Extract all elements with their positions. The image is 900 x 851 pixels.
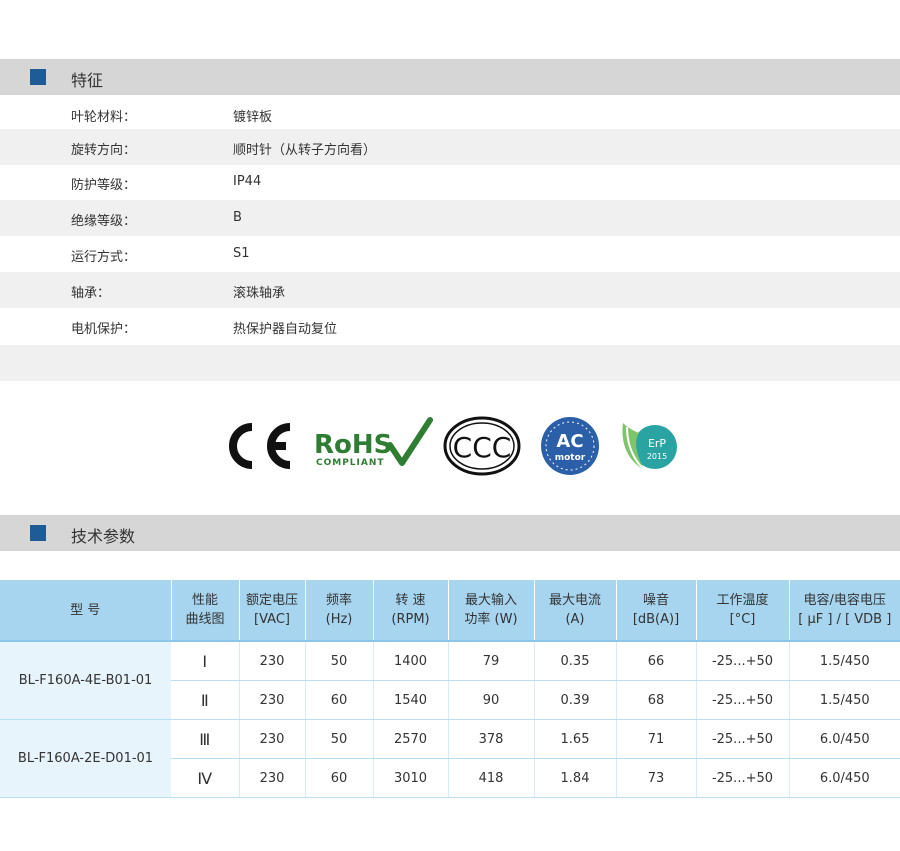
feature-row: 绝缘等级： B: [0, 200, 900, 236]
capacitor-cell: 1.5/450: [789, 641, 900, 681]
temperature-cell: -25...+50: [696, 680, 790, 720]
feature-label: 运行方式：: [71, 250, 137, 265]
specs-title: 技术参数: [71, 527, 136, 546]
current-cell: 1.65: [534, 719, 617, 759]
ac-sub-text: motor: [555, 453, 586, 463]
power-cell: 378: [448, 719, 535, 759]
rpm-cell: 2570: [373, 719, 449, 759]
feature-label: 防护等级：: [71, 178, 137, 193]
feature-value: 滚珠轴承: [233, 286, 286, 301]
feature-row: 运行方式： S1: [0, 236, 900, 272]
frequency-cell: 60: [305, 758, 374, 798]
feature-value: 顺时针（从转子方向看）: [233, 143, 377, 158]
voltage-cell: 230: [239, 680, 306, 720]
curve-cell: Ⅰ: [171, 641, 240, 681]
rpm-cell: 1400: [373, 641, 449, 681]
erp-text: ErP: [648, 437, 666, 450]
noise-cell: 73: [616, 758, 697, 798]
feature-label: 绝缘等级：: [71, 214, 137, 229]
erp-logo: ErP 2015: [622, 423, 677, 472]
ce-logo: [229, 423, 291, 469]
feature-label: 轴承：: [71, 286, 111, 301]
erp-year-text: 2015: [647, 452, 667, 461]
power-cell: 418: [448, 758, 535, 798]
rohs-sub-text: COMPLIANT: [316, 458, 385, 468]
frequency-cell: 60: [305, 680, 374, 720]
rohs-main-text: RoHS: [314, 430, 392, 460]
header-temperature: 工作温度 [°C]: [696, 580, 790, 641]
model-cell: BL-F160A-4E-B01-01: [0, 641, 171, 720]
feature-value: S1: [233, 246, 250, 261]
table-header-row: 型 号 性能 曲线图 额定电压 [VAC] 频率 (Hz) 转 速 (RPM) 最大输入…: [0, 580, 900, 641]
feature-row: 旋转方向： 顺时针（从转子方向看）: [0, 129, 900, 165]
table-row: BL-F160A-4E-B01-01 Ⅰ 230 50 1400 79 0.35…: [0, 641, 900, 720]
header-model: 型 号: [0, 580, 172, 641]
feature-row: 防护等级： IP44: [0, 164, 900, 200]
feature-label: 叶轮材料：: [71, 110, 137, 125]
temperature-cell: -25...+50: [696, 641, 790, 681]
ccc-text: CCC: [453, 431, 512, 464]
ac-text: AC: [556, 431, 583, 452]
temperature-cell: -25...+50: [696, 758, 790, 798]
curve-cell: Ⅳ: [171, 758, 240, 798]
temperature-cell: -25...+50: [696, 719, 790, 759]
feature-row: 轴承： 滚珠轴承: [0, 272, 900, 308]
header-capacitor: 电容/电容电压[ µF ] / [ VDB ]: [789, 580, 900, 641]
rohs-logo: RoHS COMPLIANT: [314, 417, 433, 468]
certification-logos: RoHS COMPLIANT CCC AC motor ErP 2015: [0, 415, 900, 477]
feature-value: IP44: [233, 174, 262, 189]
header-current: 最大电流 (A): [534, 580, 617, 641]
capacitor-cell: 6.0/450: [789, 719, 900, 759]
rpm-cell: 3010: [373, 758, 449, 798]
feature-label: 电机保护：: [71, 322, 137, 337]
spec-table: 型 号 性能 曲线图 额定电压 [VAC] 频率 (Hz) 转 速 (RPM) 最大输入…: [0, 580, 900, 798]
ccc-logo: CCC: [443, 416, 521, 476]
feature-value: 热保护器自动复位: [233, 322, 338, 337]
power-cell: 90: [448, 680, 535, 720]
header-curve: 性能 曲线图: [171, 580, 240, 641]
table-row: BL-F160A-2E-D01-01 Ⅲ 230 50 2570 378 1.6…: [0, 719, 900, 798]
model-cell: BL-F160A-2E-D01-01: [0, 719, 171, 798]
feature-label: 旋转方向：: [71, 143, 137, 158]
current-cell: 0.39: [534, 680, 617, 720]
curve-cell: Ⅱ: [171, 680, 240, 720]
curve-cell: Ⅲ: [171, 719, 240, 759]
current-cell: 1.84: [534, 758, 617, 798]
header-rpm: 转 速 (RPM): [373, 580, 449, 641]
header-voltage: 额定电压 [VAC]: [239, 580, 306, 641]
capacitor-cell: 6.0/450: [789, 758, 900, 798]
noise-cell: 71: [616, 719, 697, 759]
features-title: 特征: [71, 71, 104, 90]
voltage-cell: 230: [239, 758, 306, 798]
rpm-cell: 1540: [373, 680, 449, 720]
check-icon: [387, 417, 433, 466]
current-cell: 0.35: [534, 641, 617, 681]
frequency-cell: 50: [305, 641, 374, 681]
feature-row: 叶轮材料： 镀锌板: [0, 96, 900, 132]
power-cell: 79: [448, 641, 535, 681]
ac-motor-logo: AC motor: [541, 417, 599, 475]
feature-row: 电机保护： 热保护器自动复位: [0, 308, 900, 344]
features-section-header: 特征: [0, 59, 900, 95]
frequency-cell: 50: [305, 719, 374, 759]
voltage-cell: 230: [239, 719, 306, 759]
noise-cell: 68: [616, 680, 697, 720]
noise-cell: 66: [616, 641, 697, 681]
specs-section-header: 技术参数: [0, 515, 900, 551]
header-power: 最大输入 功率 (W): [448, 580, 535, 641]
header-noise: 噪音 [dB(A)]: [616, 580, 697, 641]
section-square-icon: [30, 69, 46, 85]
section-square-icon: [30, 525, 46, 541]
feature-value: B: [233, 210, 242, 225]
feature-row-empty: [0, 345, 900, 381]
feature-value: 镀锌板: [233, 110, 273, 125]
header-frequency: 频率 (Hz): [305, 580, 374, 641]
voltage-cell: 230: [239, 641, 306, 681]
capacitor-cell: 1.5/450: [789, 680, 900, 720]
